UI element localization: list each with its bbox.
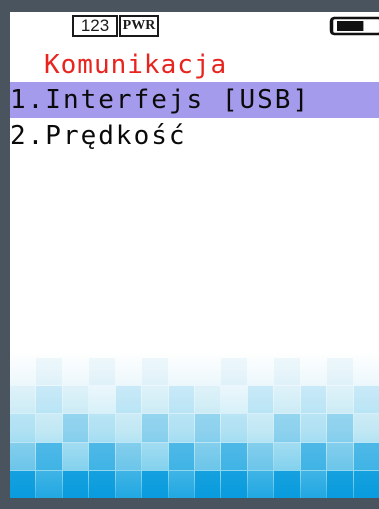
screen-title: Komunikacja <box>44 50 228 80</box>
background-mosaic <box>10 358 379 498</box>
power-label: PWR <box>122 18 156 33</box>
input-mode-badge: 123 <box>72 15 118 37</box>
device-frame-left <box>0 0 10 509</box>
battery-level-fill <box>337 21 364 31</box>
status-bar: 123 PWR <box>10 12 379 42</box>
device-screen: 123 PWR Komunikacja 1.Interfejs [USB] 2.… <box>10 12 379 498</box>
device-frame-bottom <box>0 498 379 509</box>
menu-item-interface[interactable]: 1.Interfejs [USB] <box>10 82 379 118</box>
device-frame-top <box>0 0 379 12</box>
menu-item-speed[interactable]: 2.Prędkość <box>10 118 379 154</box>
power-badge: PWR <box>119 15 159 37</box>
battery-icon <box>329 16 379 36</box>
input-mode-label: 123 <box>80 16 110 35</box>
menu-list: 1.Interfejs [USB] 2.Prędkość <box>10 82 379 154</box>
